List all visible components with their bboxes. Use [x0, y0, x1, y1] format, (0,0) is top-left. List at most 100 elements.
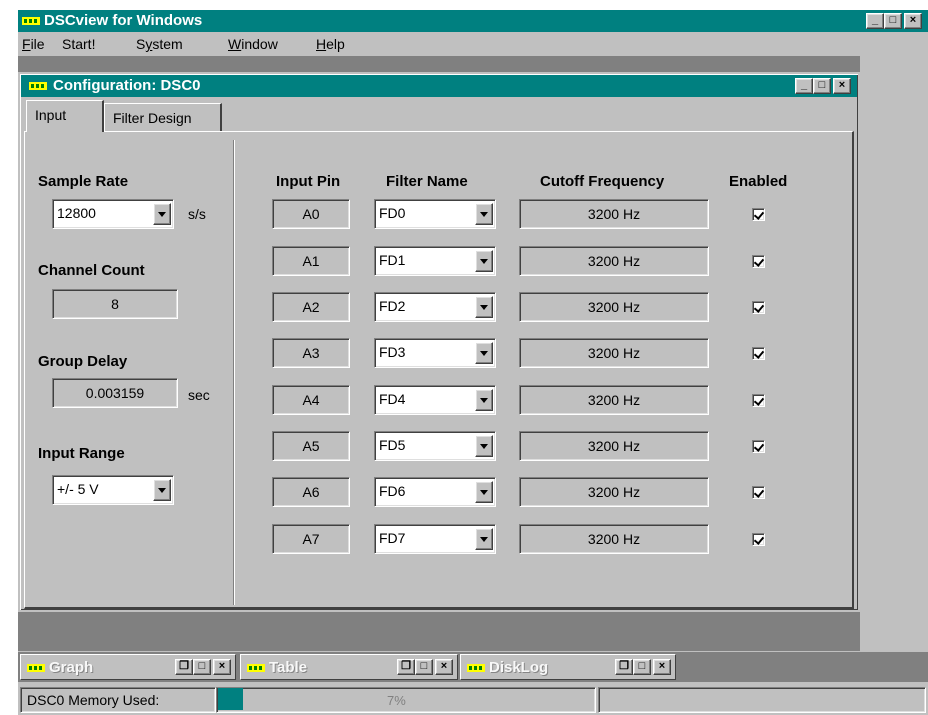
graph-close-button[interactable]: × — [213, 659, 231, 675]
chevron-down-icon[interactable] — [475, 296, 493, 318]
channel-count-label: Channel Count — [38, 262, 145, 279]
panel-divider — [233, 140, 235, 605]
enabled-checkbox[interactable] — [752, 255, 765, 268]
filter-name-select[interactable]: FD4 — [374, 385, 496, 415]
filter-name-value: FD3 — [379, 344, 406, 360]
filter-name-value: FD7 — [379, 530, 406, 546]
minimized-window-graph[interactable]: Graph ❐ □ × — [20, 654, 236, 680]
cutoff-frequency-cell: 3200 Hz — [519, 199, 709, 229]
menu-help[interactable]: Help — [316, 36, 345, 52]
chevron-down-icon[interactable] — [475, 528, 493, 550]
cutoff-frequency-cell: 3200 Hz — [519, 477, 709, 507]
status-pane-empty — [598, 687, 926, 713]
enabled-checkbox[interactable] — [752, 440, 765, 453]
minimized-window-table-label: Table — [269, 659, 308, 676]
sample-rate-label: Sample Rate — [38, 173, 129, 190]
enabled-checkbox[interactable] — [752, 208, 765, 221]
filter-name-select[interactable]: FD2 — [374, 292, 496, 322]
chevron-down-icon[interactable] — [475, 481, 493, 503]
input-range-select[interactable]: +/- 5 V — [52, 475, 174, 505]
disklog-close-button[interactable]: × — [653, 659, 671, 675]
cutoff-frequency-cell: 3200 Hz — [519, 431, 709, 461]
configuration-minimize-button[interactable]: _ — [795, 78, 813, 94]
memory-progress-fill — [218, 688, 243, 710]
filter-name-select[interactable]: FD5 — [374, 431, 496, 461]
app-maximize-button[interactable]: □ — [884, 13, 902, 29]
table-restore-button[interactable]: ❐ — [397, 659, 415, 675]
memory-used-percent: 7% — [387, 693, 406, 708]
graph-restore-button[interactable]: ❐ — [175, 659, 193, 675]
column-header-enabled: Enabled — [729, 173, 788, 190]
chevron-down-icon[interactable] — [475, 203, 493, 225]
filter-name-value: FD2 — [379, 298, 406, 314]
memory-used-label: DSC0 Memory Used: — [27, 692, 160, 708]
configuration-title: Configuration: DSC0 — [53, 77, 201, 94]
input-pin-cell: A7 — [272, 524, 350, 554]
app-minimize-button[interactable]: _ — [866, 13, 884, 29]
app-close-button[interactable]: × — [904, 13, 922, 29]
input-pin-cell: A6 — [272, 477, 350, 507]
tab-filter-design[interactable]: Filter Design — [104, 103, 222, 131]
filter-name-value: FD5 — [379, 437, 406, 453]
menu-window[interactable]: Window — [228, 36, 278, 52]
group-delay-field: 0.003159 — [52, 378, 178, 408]
filter-name-value: FD4 — [379, 391, 406, 407]
sample-rate-select[interactable]: 12800 — [52, 199, 174, 229]
status-bar: DSC0 Memory Used: 7% — [18, 684, 928, 715]
cutoff-frequency-cell: 3200 Hz — [519, 338, 709, 368]
enabled-checkbox[interactable] — [752, 347, 765, 360]
enabled-checkbox[interactable] — [752, 533, 765, 546]
channel-count-field: 8 — [52, 289, 178, 319]
chevron-down-icon[interactable] — [475, 250, 493, 272]
status-pane-memory-label: DSC0 Memory Used: — [20, 687, 216, 713]
sample-rate-value: 12800 — [57, 205, 96, 221]
enabled-checkbox[interactable] — [752, 486, 765, 499]
menu-start[interactable]: Start! — [62, 36, 95, 52]
app-title: DSCview for Windows — [44, 12, 203, 29]
menu-bar: File Start! System Window Help — [18, 32, 928, 56]
chevron-down-icon[interactable] — [475, 435, 493, 457]
chevron-down-icon[interactable] — [475, 389, 493, 411]
chevron-down-icon[interactable] — [153, 203, 171, 225]
minimized-window-disklog-label: DiskLog — [489, 659, 549, 676]
enabled-checkbox[interactable] — [752, 394, 765, 407]
minimized-window-graph-label: Graph — [49, 659, 94, 676]
table-close-button[interactable]: × — [435, 659, 453, 675]
cutoff-frequency-cell: 3200 Hz — [519, 292, 709, 322]
filter-name-select[interactable]: FD0 — [374, 199, 496, 229]
filter-name-select[interactable]: FD7 — [374, 524, 496, 554]
sample-rate-unit: s/s — [188, 206, 206, 222]
input-pin-cell: A0 — [272, 199, 350, 229]
enabled-checkbox[interactable] — [752, 301, 765, 314]
configuration-maximize-button[interactable]: □ — [813, 78, 831, 94]
memory-progress-bar: 7% — [216, 687, 596, 713]
input-range-value: +/- 5 V — [57, 481, 99, 497]
filter-name-select[interactable]: FD1 — [374, 246, 496, 276]
table-maximize-button[interactable]: □ — [415, 659, 433, 675]
menu-file[interactable]: File — [22, 36, 45, 52]
disklog-maximize-button[interactable]: □ — [633, 659, 651, 675]
mdi-client-margin — [860, 56, 928, 651]
cutoff-frequency-cell: 3200 Hz — [519, 246, 709, 276]
graph-window-icon — [27, 664, 45, 672]
graph-maximize-button[interactable]: □ — [193, 659, 211, 675]
filter-name-select[interactable]: FD3 — [374, 338, 496, 368]
menu-system[interactable]: System — [136, 36, 183, 52]
column-header-filter-name: Filter Name — [386, 173, 468, 190]
column-header-cutoff-frequency: Cutoff Frequency — [540, 173, 665, 190]
filter-name-value: FD0 — [379, 205, 406, 221]
configuration-titlebar[interactable]: Configuration: DSC0 _ □ × — [21, 75, 857, 97]
tab-input[interactable]: Input — [26, 100, 104, 132]
configuration-close-button[interactable]: × — [833, 78, 851, 94]
app-titlebar[interactable]: DSCview for Windows _ □ × — [18, 10, 928, 32]
configuration-window-icon — [29, 82, 47, 90]
chevron-down-icon[interactable] — [475, 342, 493, 364]
minimized-window-disklog[interactable]: DiskLog ❐ □ × — [460, 654, 676, 680]
minimized-window-table[interactable]: Table ❐ □ × — [240, 654, 458, 680]
chevron-down-icon[interactable] — [153, 479, 171, 501]
filter-name-select[interactable]: FD6 — [374, 477, 496, 507]
disklog-restore-button[interactable]: ❐ — [615, 659, 633, 675]
filter-name-value: FD6 — [379, 483, 406, 499]
input-pin-cell: A2 — [272, 292, 350, 322]
input-pin-cell: A1 — [272, 246, 350, 276]
